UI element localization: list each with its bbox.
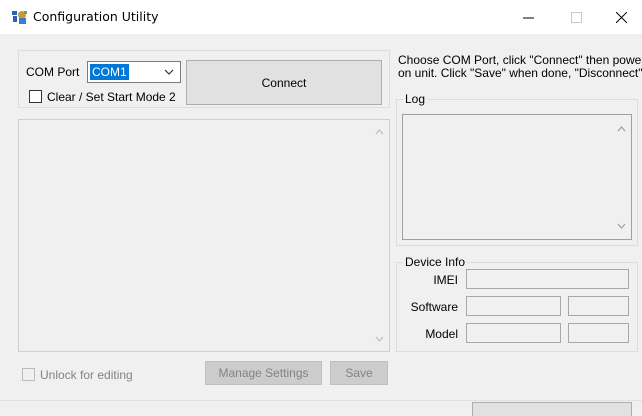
close-button[interactable] [598,0,642,34]
com-port-select[interactable]: COM1 [87,61,181,83]
save-button[interactable]: Save [330,361,388,385]
log-scroll-up-icon[interactable] [617,126,626,132]
settings-area[interactable] [18,119,390,352]
client-area: COM Port COM1 Clear / Set Start Mode 2 C… [0,34,642,416]
minimize-button[interactable] [505,0,551,34]
chevron-down-icon [164,69,174,75]
minimize-icon [522,17,534,18]
log-textbox[interactable] [402,114,632,240]
maximize-icon [570,11,582,23]
imei-field [466,269,629,289]
window-title: Configuration Utility [33,9,159,24]
instructions-text: Choose COM Port, click "Connect" then po… [398,54,642,80]
device-info-title: Device Info [403,255,468,269]
manage-settings-button[interactable]: Manage Settings [205,361,322,385]
close-icon [615,11,627,23]
software-field [466,296,561,316]
start-mode-label: Clear / Set Start Mode 2 [47,90,176,104]
start-mode-checkbox[interactable] [29,90,42,103]
log-scroll-down-icon[interactable] [617,223,626,229]
disconnect-button-partial[interactable] [472,402,632,416]
title-bar: Configuration Utility [0,0,642,34]
instructions-line-2: on unit. Click "Save" when done, "Discon… [398,66,642,80]
maximize-button[interactable] [553,0,599,34]
scroll-up-icon[interactable] [375,129,384,135]
scroll-down-icon[interactable] [375,336,384,342]
com-port-label: COM Port [26,65,80,79]
model-field [466,323,561,343]
software-version-field [568,296,629,316]
app-icon [12,11,27,24]
imei-label: IMEI [433,273,458,287]
model-variant-field [568,323,629,343]
connect-button[interactable]: Connect [186,60,382,105]
unlock-checkbox[interactable] [22,368,35,381]
unlock-label: Unlock for editing [40,368,133,382]
log-title: Log [403,92,428,106]
software-label: Software [410,300,458,314]
model-label: Model [425,327,458,341]
com-port-value: COM1 [90,64,129,80]
